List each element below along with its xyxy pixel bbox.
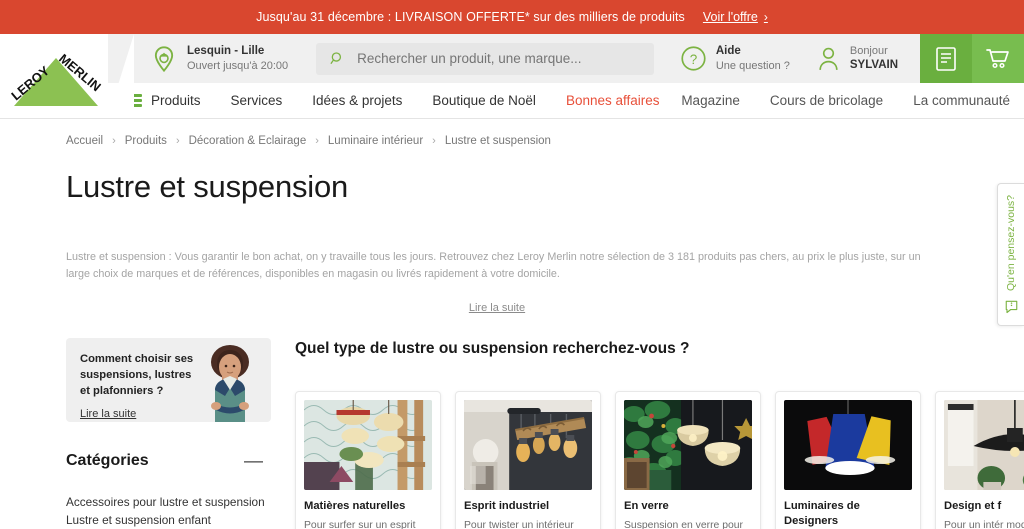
location-pin-icon	[154, 45, 174, 72]
industrial-beam-bulbs-photo	[464, 399, 592, 490]
rattan-pendant-lamps-photo	[304, 399, 432, 490]
feedback-tab[interactable]: Qu'en pensez-vous?	[997, 183, 1024, 326]
section-title: Quel type de lustre ou suspension recher…	[295, 339, 690, 357]
breadcrumb-item-luminaire-interieur[interactable]: Luminaire intérieur	[328, 135, 423, 147]
leroy-merlin-logo[interactable]: LEROY MERLIN	[0, 34, 134, 117]
list-document-icon	[936, 46, 956, 71]
promo-offer-link-label: Voir l'offre	[702, 10, 758, 24]
store-name: Lesquin - Lille	[187, 44, 265, 57]
nav-secondary-items: Magazine Cours de bricolage La communaut…	[681, 93, 1024, 108]
svg-text:?: ?	[690, 52, 698, 67]
type-card-title: En verre	[624, 499, 669, 512]
nav-primary-items: Produits Services Idées & projets Boutiq…	[125, 93, 660, 108]
woman-illustration	[211, 344, 249, 422]
nav-item-cours-bricolage[interactable]: Cours de bricolage	[770, 93, 883, 108]
shopping-cart-button[interactable]	[972, 34, 1024, 83]
promo-offer-link[interactable]: Voir l'offre ›	[703, 10, 768, 24]
chevron-right-icon: ›	[175, 135, 180, 147]
type-card-title: Design et f	[944, 499, 1002, 512]
nav-item-idees-projets[interactable]: Idées & projets	[312, 93, 402, 108]
type-card-design-et-formes[interactable]: Design et f Pour un intér moderne voi Su…	[935, 390, 1024, 529]
type-cards-row: Matières naturelles Pour surfer sur un e…	[295, 390, 1024, 529]
site-header: LEROY MERLIN Lesquin - Lille Ouvert jusq…	[0, 34, 1024, 117]
shopping-list-button[interactable]	[920, 34, 972, 83]
store-hours: Ouvert jusqu'à 20:00	[187, 59, 289, 72]
type-card-description: Pour twister un intérieur classique avec…	[464, 519, 574, 529]
type-card-title: Luminaires de Designers	[784, 499, 860, 527]
search-icon	[330, 52, 342, 64]
promo-banner-text: Jusqu'au 31 décembre : LIVRAISON OFFERTE…	[256, 10, 685, 24]
person-icon	[819, 47, 838, 70]
speech-bubble-icon	[1005, 300, 1017, 314]
breadcrumb-item-accueil[interactable]: Accueil	[66, 135, 103, 147]
nav-item-produits[interactable]: Produits	[125, 93, 201, 108]
account-name: SYLVAIN	[849, 59, 898, 72]
read-more-link[interactable]: Lire la suite	[469, 302, 525, 314]
search-bar[interactable]	[316, 42, 654, 75]
help-text: Aide Une question ?	[716, 44, 790, 73]
account-button[interactable]: Bonjour SYLVAIN	[816, 34, 898, 83]
shopping-cart-icon	[986, 48, 1009, 68]
page-description: Lustre et suspension : Vous garantir le …	[66, 251, 921, 281]
logo-icon: LEROY MERLIN	[8, 51, 104, 106]
type-card-description: Suspension en verre pour un look vintage…	[624, 519, 743, 529]
page-description-block: Lustre et suspension : Vous garantir le …	[0, 205, 1024, 316]
page-title: Lustre et suspension	[66, 169, 349, 204]
categories-title: Catégories	[66, 452, 149, 470]
categories-list: Accessoires pour lustre et suspension Lu…	[66, 493, 271, 529]
black-mesh-pendant-photo	[944, 399, 1024, 490]
category-item-accessoires[interactable]: Accessoires pour lustre et suspension	[66, 493, 271, 511]
store-info: Lesquin - Lille Ouvert jusqu'à 20:00	[187, 44, 288, 73]
chevron-right-icon: ›	[315, 135, 319, 147]
breadcrumb-item-decoration-eclairage[interactable]: Décoration & Eclairage	[189, 135, 307, 147]
account-text: Bonjour SYLVAIN	[850, 44, 898, 73]
chevron-right-icon: ›	[432, 135, 436, 147]
page-root: Jusqu'au 31 décembre : LIVRAISON OFFERTE…	[0, 0, 1024, 529]
breadcrumb-item-produits[interactable]: Produits	[125, 135, 167, 147]
advice-card-content: Comment choisir ses suspensions, lustres…	[66, 338, 201, 422]
advice-card[interactable]: Comment choisir ses suspensions, lustres…	[66, 337, 271, 422]
help-subtitle: Une question ?	[715, 59, 790, 72]
type-card-title: Matières naturelles	[304, 499, 406, 512]
categories-section: Catégories — Accessoires pour lustre et …	[66, 452, 271, 529]
nav-item-bonnes-affaires[interactable]: Bonnes affaires	[566, 93, 660, 108]
promo-banner: Jusqu'au 31 décembre : LIVRAISON OFFERTE…	[0, 0, 1024, 34]
glass-pendants-jungle-wall-photo	[624, 399, 752, 490]
breadcrumb-item-current: Lustre et suspension	[444, 135, 551, 147]
question-circle-icon: ?	[681, 46, 706, 71]
content-columns: Comment choisir ses suspensions, lustres…	[0, 316, 1024, 529]
type-card-esprit-industriel[interactable]: Esprit industriel Pour twister un intéri…	[455, 390, 601, 529]
main-content: Quel type de lustre ou suspension recher…	[271, 338, 1024, 529]
nav-item-services[interactable]: Services	[231, 93, 283, 108]
main-navigation: Produits Services Idées & projets Boutiq…	[0, 83, 1024, 119]
sidebar: Comment choisir ses suspensions, lustres…	[66, 337, 271, 529]
nav-item-communaute[interactable]: La communauté	[913, 93, 1010, 108]
type-card-luminaires-designers[interactable]: Luminaires de Designers Martinelli Luce,…	[775, 390, 921, 529]
type-card-description: Pour surfer sur un esprit bohème et camp…	[304, 519, 416, 529]
type-card-description: Pour un intér moderne voi Suspension f	[944, 519, 1024, 529]
nav-item-produits-label: Produits	[151, 93, 201, 108]
type-card-en-verre[interactable]: En verre Suspension en verre pour un loo…	[615, 390, 761, 529]
header-action-buttons	[920, 34, 1024, 83]
type-card-matieres-naturelles[interactable]: Matières naturelles Pour surfer sur un e…	[295, 390, 441, 529]
help-title: Aide	[715, 44, 741, 57]
category-item-enfant[interactable]: Lustre et suspension enfant	[66, 511, 271, 529]
read-more-wrap: Lire la suite	[66, 298, 928, 316]
type-card-title: Esprit industriel	[464, 499, 550, 512]
account-greeting: Bonjour	[849, 44, 888, 57]
categories-header[interactable]: Catégories —	[66, 452, 271, 471]
nav-item-magazine[interactable]: Magazine	[681, 93, 740, 108]
advice-card-title: Comment choisir ses suspensions, lustres…	[80, 352, 194, 398]
advice-card-link[interactable]: Lire la suite	[80, 408, 136, 420]
nav-item-boutique-noel[interactable]: Boutique de Noël	[432, 93, 536, 108]
help-button[interactable]: ? Aide Une question ?	[680, 34, 790, 83]
store-selector[interactable]: Lesquin - Lille Ouvert jusqu'à 20:00	[150, 34, 288, 83]
minus-icon[interactable]: —	[244, 452, 263, 471]
breadcrumb: Accueil › Produits › Décoration & Eclair…	[0, 119, 1024, 147]
feedback-tab-label: Qu'en pensez-vous?	[1005, 195, 1017, 291]
search-input[interactable]	[357, 51, 640, 66]
colored-designer-shades-photo	[784, 399, 912, 490]
chevron-right-icon: ›	[763, 10, 768, 24]
chevron-right-icon: ›	[112, 135, 116, 147]
